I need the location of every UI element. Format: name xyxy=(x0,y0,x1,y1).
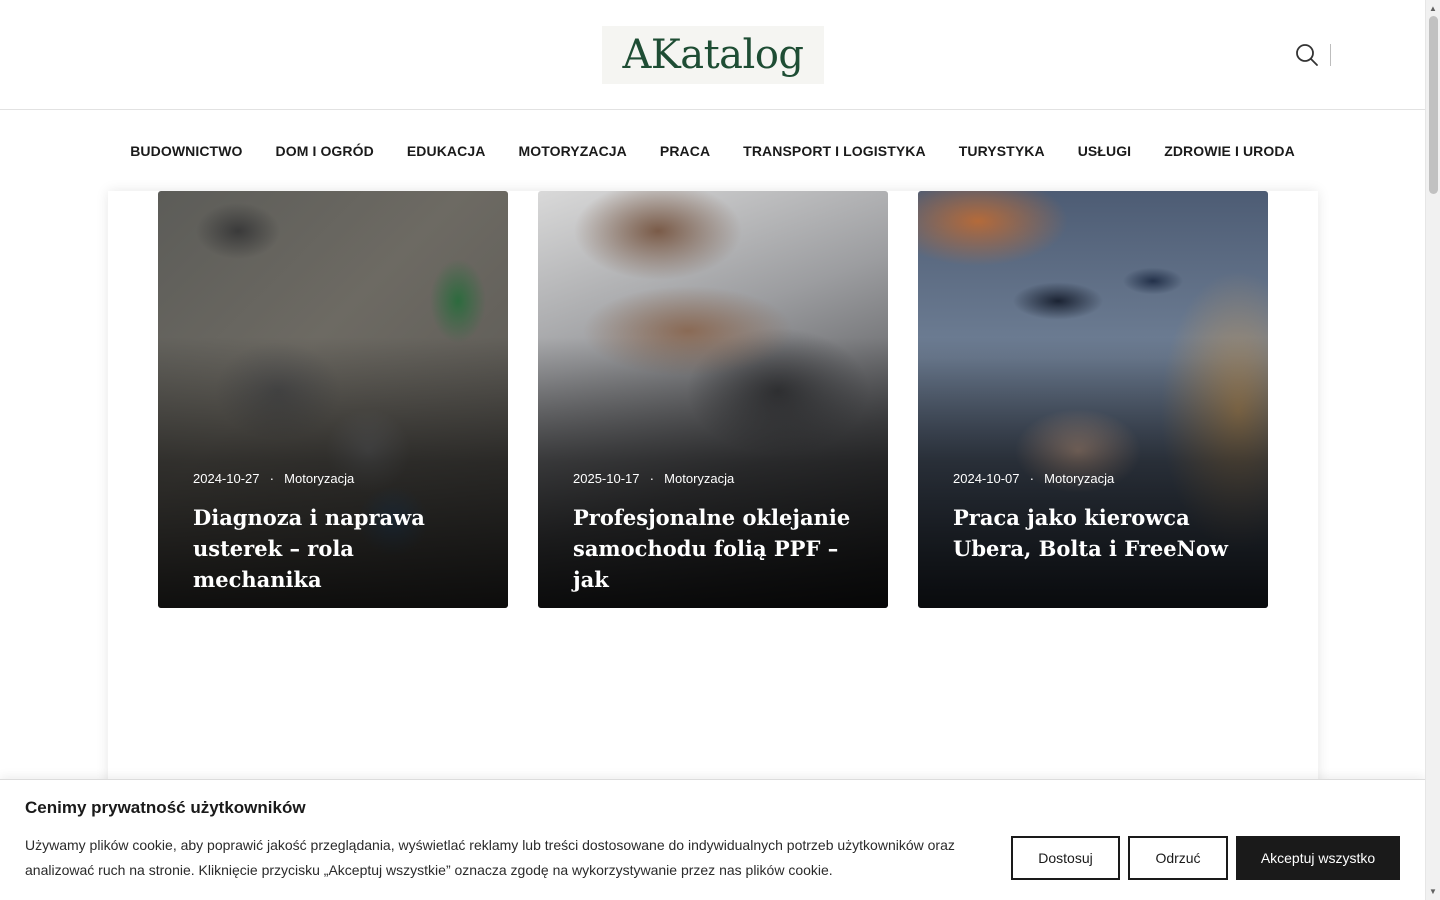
search-icon[interactable] xyxy=(1294,42,1320,68)
cookie-title: Cenimy prywatność użytkowników xyxy=(25,798,306,817)
accept-all-button[interactable]: Akceptuj wszystko xyxy=(1236,836,1400,880)
nav-item-dom-i-ogrod[interactable]: DOM I OGRÓD xyxy=(276,143,374,159)
meta-separator: · xyxy=(269,470,275,486)
scroll-up-arrow-icon[interactable]: ▲ xyxy=(1429,4,1437,13)
post-meta: 2024-10-27 · Motoryzacja xyxy=(193,470,354,486)
post-card[interactable]: 2025-10-17 · Motoryzacja Profesjonalne o… xyxy=(538,191,888,608)
header-divider xyxy=(1330,44,1331,66)
meta-separator: · xyxy=(649,470,655,486)
cookie-description: Używamy plików cookie, aby poprawić jako… xyxy=(25,837,955,878)
nav-item-zdrowie-i-uroda[interactable]: ZDROWIE I URODA xyxy=(1164,143,1295,159)
meta-separator: · xyxy=(1029,470,1035,486)
post-title[interactable]: Praca jako kierowca Ubera, Bolta i FreeN… xyxy=(953,502,1248,564)
post-title[interactable]: Diagnoza i naprawa usterek – rola mechan… xyxy=(193,502,488,595)
customize-button[interactable]: Dostosuj xyxy=(1011,836,1120,880)
post-card[interactable]: 2024-10-07 · Motoryzacja Praca jako kier… xyxy=(918,191,1268,608)
nav-item-turystyka[interactable]: TURYSTYKA xyxy=(959,143,1045,159)
post-date: 2025-10-17 xyxy=(573,470,640,486)
nav-item-praca[interactable]: PRACA xyxy=(660,143,710,159)
post-meta: 2024-10-07 · Motoryzacja xyxy=(953,470,1114,486)
post-meta: 2025-10-17 · Motoryzacja xyxy=(573,470,734,486)
logo-text: AKatalog xyxy=(622,32,804,78)
site-logo[interactable]: AKatalog xyxy=(602,26,824,84)
post-title[interactable]: Profesjonalne oklejanie samochodu folią … xyxy=(573,502,868,595)
nav-item-uslugi[interactable]: USŁUGI xyxy=(1078,143,1132,159)
nav-item-budownictwo[interactable]: BUDOWNICTWO xyxy=(130,143,242,159)
page-scrollbar[interactable]: ▲ ▼ xyxy=(1425,0,1440,900)
scroll-down-arrow-icon[interactable]: ▼ xyxy=(1429,887,1437,896)
post-category[interactable]: Motoryzacja xyxy=(1044,471,1114,486)
main-navigation: BUDOWNICTWO DOM I OGRÓD EDUKACJA MOTORYZ… xyxy=(0,111,1425,191)
site-header: AKatalog xyxy=(0,0,1425,110)
cookie-consent-banner: Cenimy prywatność użytkowników Używamy p… xyxy=(0,779,1425,900)
nav-item-transport-i-logistyka[interactable]: TRANSPORT I LOGISTYKA xyxy=(743,143,926,159)
post-card[interactable]: 2024-10-27 · Motoryzacja Diagnoza i napr… xyxy=(158,191,508,608)
nav-item-motoryzacja[interactable]: MOTORYZACJA xyxy=(518,143,626,159)
post-category[interactable]: Motoryzacja xyxy=(664,471,734,486)
post-category[interactable]: Motoryzacja xyxy=(284,471,354,486)
nav-item-edukacja[interactable]: EDUKACJA xyxy=(407,143,486,159)
reject-button[interactable]: Odrzuć xyxy=(1128,836,1228,880)
post-date: 2024-10-27 xyxy=(193,470,260,486)
scrollbar-thumb[interactable] xyxy=(1429,16,1438,194)
post-date: 2024-10-07 xyxy=(953,470,1020,486)
